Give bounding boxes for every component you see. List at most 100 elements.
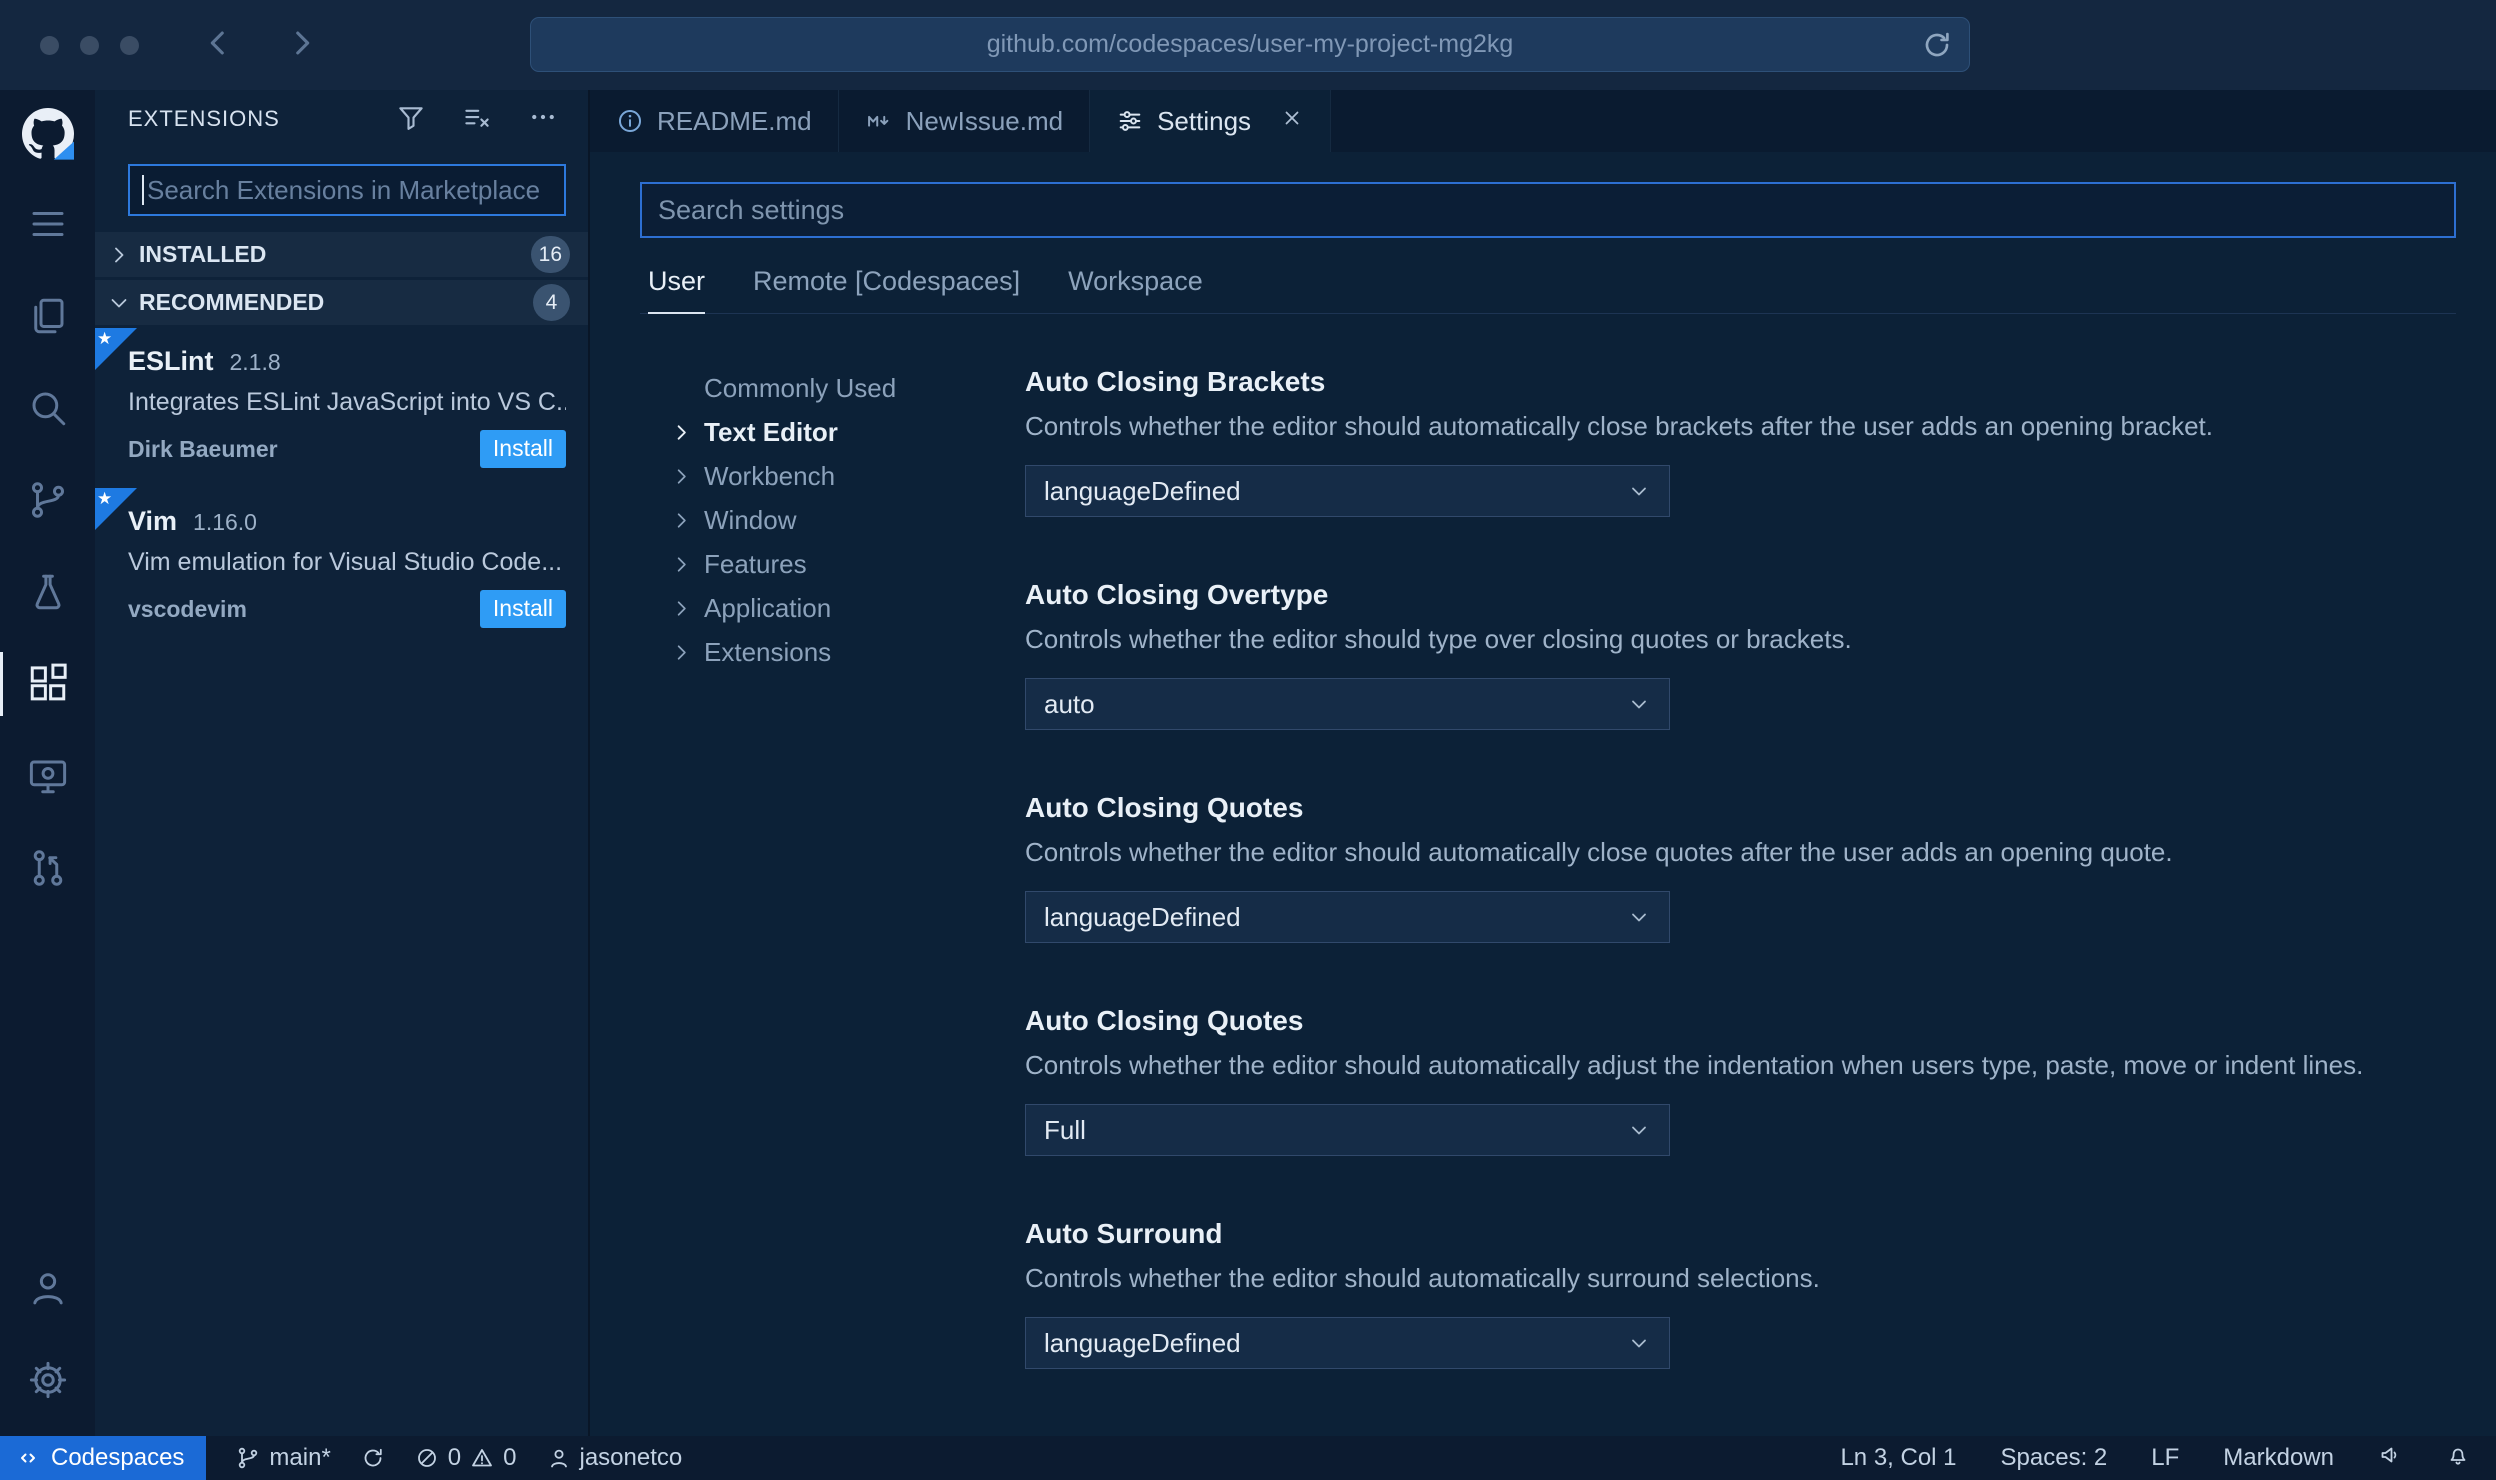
tab-label: Settings: [1157, 105, 1252, 136]
section-count-badge: 16: [530, 236, 570, 273]
refresh-icon[interactable]: [1921, 29, 1953, 68]
menu-icon[interactable]: [0, 178, 95, 270]
user-status-item[interactable]: jasonetco: [547, 1444, 682, 1472]
indentation[interactable]: Spaces: 2: [2001, 1444, 2108, 1472]
remote-explorer-icon[interactable]: [0, 730, 95, 822]
toc-workbench[interactable]: Workbench: [640, 454, 1025, 498]
setting-auto-indent: Auto Closing Quotes Controls whether the…: [1025, 1005, 2456, 1156]
setting-title: Auto Closing Quotes: [1025, 792, 1304, 823]
test-beaker-icon[interactable]: [0, 546, 95, 638]
clear-extension-search-icon[interactable]: [462, 102, 492, 137]
notifications-bell-icon[interactable]: [2446, 1443, 2470, 1474]
sync-status-item[interactable]: [361, 1446, 385, 1470]
language-mode[interactable]: Markdown: [2223, 1444, 2334, 1472]
settings-search-input[interactable]: [658, 194, 2438, 226]
cursor-position[interactable]: Ln 3, Col 1: [1840, 1444, 1956, 1472]
problems-status-item[interactable]: 0 0: [415, 1444, 517, 1472]
extension-list-item[interactable]: ★ ESLint 2.1.8 Integrates ESLint JavaScr…: [95, 328, 588, 488]
scope-tab-remote[interactable]: Remote [Codespaces]: [753, 266, 1020, 313]
codespaces-status-item[interactable]: Codespaces: [0, 1436, 207, 1480]
source-control-icon[interactable]: [0, 454, 95, 546]
url-text: github.com/codespaces/user-my-project-mg…: [986, 30, 1514, 58]
extension-version: 1.16.0: [193, 509, 257, 535]
selected-value: languageDefined: [1044, 475, 1241, 506]
toc-window[interactable]: Window: [640, 498, 1025, 542]
more-actions-icon[interactable]: [528, 102, 558, 137]
window-control-dot[interactable]: [120, 35, 139, 55]
github-codespaces-logo-icon[interactable]: [0, 90, 95, 178]
feedback-icon[interactable]: [2378, 1443, 2402, 1474]
section-label: INSTALLED: [139, 241, 267, 267]
toc-label: Workbench: [704, 460, 836, 491]
warnings-count: 0: [503, 1444, 517, 1471]
window-controls: [40, 35, 139, 55]
extensions-sidebar: EXTENSIONS INSTALLED 16 RECOMMENDED 4: [95, 90, 590, 1436]
section-installed[interactable]: INSTALLED 16: [95, 232, 588, 277]
sync-icon: [364, 1448, 382, 1467]
settings-sliders-icon: [1119, 111, 1141, 131]
window-control-dot[interactable]: [40, 35, 59, 55]
chevron-right-icon: [670, 553, 704, 576]
tab-readme[interactable]: README.md: [590, 90, 839, 152]
editor-area: README.md NewIssue.md Settings Search se…: [590, 90, 2496, 1436]
tab-settings[interactable]: Settings: [1090, 90, 1332, 152]
setting-description: Controls whether the editor should autom…: [1025, 1263, 1820, 1293]
extensions-search-input[interactable]: [144, 174, 552, 206]
recommended-ribbon-icon: ★: [95, 328, 137, 370]
setting-title: Auto Closing Brackets: [1025, 366, 1326, 397]
branch-icon: [239, 1447, 258, 1469]
toc-commonly-used[interactable]: Commonly Used: [640, 366, 1025, 410]
eol-sequence[interactable]: LF: [2151, 1444, 2179, 1472]
setting-auto-closing-quotes: Auto Closing Quotes Controls whether the…: [1025, 792, 2456, 943]
browser-back-icon[interactable]: [201, 26, 235, 65]
extensions-icon[interactable]: [0, 638, 95, 730]
setting-value-dropdown[interactable]: languageDefined: [1025, 891, 1670, 943]
codespaces-icon: [21, 1453, 35, 1463]
window-control-dot[interactable]: [80, 35, 99, 55]
account-icon[interactable]: [0, 1242, 95, 1334]
chevron-down-icon: [1627, 1118, 1651, 1142]
toc-features[interactable]: Features: [640, 542, 1025, 586]
toc-text-editor[interactable]: Text Editor: [640, 410, 1025, 454]
chevron-down-icon: [1627, 479, 1651, 503]
setting-value-dropdown[interactable]: auto: [1025, 678, 1670, 730]
tab-newissue[interactable]: NewIssue.md: [839, 90, 1091, 152]
extensions-search-box: [128, 164, 566, 216]
close-icon[interactable]: [1280, 106, 1304, 137]
setting-auto-closing-brackets: Auto Closing Brackets Controls whether t…: [1025, 366, 2456, 517]
setting-description: Controls whether the editor should autom…: [1025, 837, 2173, 867]
chevron-down-icon: [111, 298, 127, 307]
extension-description: Vim emulation for Visual Studio Code...: [128, 548, 563, 576]
section-recommended[interactable]: RECOMMENDED 4: [95, 280, 588, 325]
setting-value-dropdown[interactable]: Full: [1025, 1104, 1670, 1156]
selected-value: languageDefined: [1044, 1327, 1241, 1358]
extension-name: ESLint: [128, 346, 214, 376]
settings-gear-icon[interactable]: [0, 1334, 95, 1426]
info-icon: [618, 109, 642, 133]
address-bar[interactable]: github.com/codespaces/user-my-project-mg…: [530, 17, 1970, 72]
explorer-icon[interactable]: [0, 270, 95, 362]
toc-extensions[interactable]: Extensions: [640, 630, 1025, 674]
toc-application[interactable]: Application: [640, 586, 1025, 630]
setting-value-dropdown[interactable]: languageDefined: [1025, 1317, 1670, 1369]
filter-icon[interactable]: [396, 102, 426, 137]
chevron-right-icon: [670, 421, 704, 444]
markdown-icon: [867, 115, 888, 127]
install-button[interactable]: Install: [479, 430, 566, 468]
setting-description: Controls whether the editor should type …: [1025, 624, 1852, 654]
sidebar-title: EXTENSIONS: [128, 106, 280, 131]
scope-tab-workspace[interactable]: Workspace: [1068, 266, 1203, 313]
setting-value-dropdown[interactable]: languageDefined: [1025, 465, 1670, 517]
activity-bar: [0, 90, 95, 1436]
extension-list-item[interactable]: ★ Vim 1.16.0 Vim emulation for Visual St…: [95, 488, 588, 648]
errors-icon: [417, 1449, 436, 1467]
scope-tab-user[interactable]: User: [648, 266, 706, 314]
browser-forward-icon[interactable]: [285, 26, 319, 65]
errors-count: 0: [447, 1444, 462, 1471]
branch-status-item[interactable]: main*: [236, 1444, 331, 1472]
search-icon[interactable]: [0, 362, 95, 454]
pull-request-icon[interactable]: [0, 822, 95, 914]
settings-toc: Commonly Used Text Editor Workbench Wind…: [640, 366, 1025, 1436]
extension-description: Integrates ESLint JavaScript into VS C..…: [128, 388, 566, 416]
install-button[interactable]: Install: [479, 590, 566, 628]
